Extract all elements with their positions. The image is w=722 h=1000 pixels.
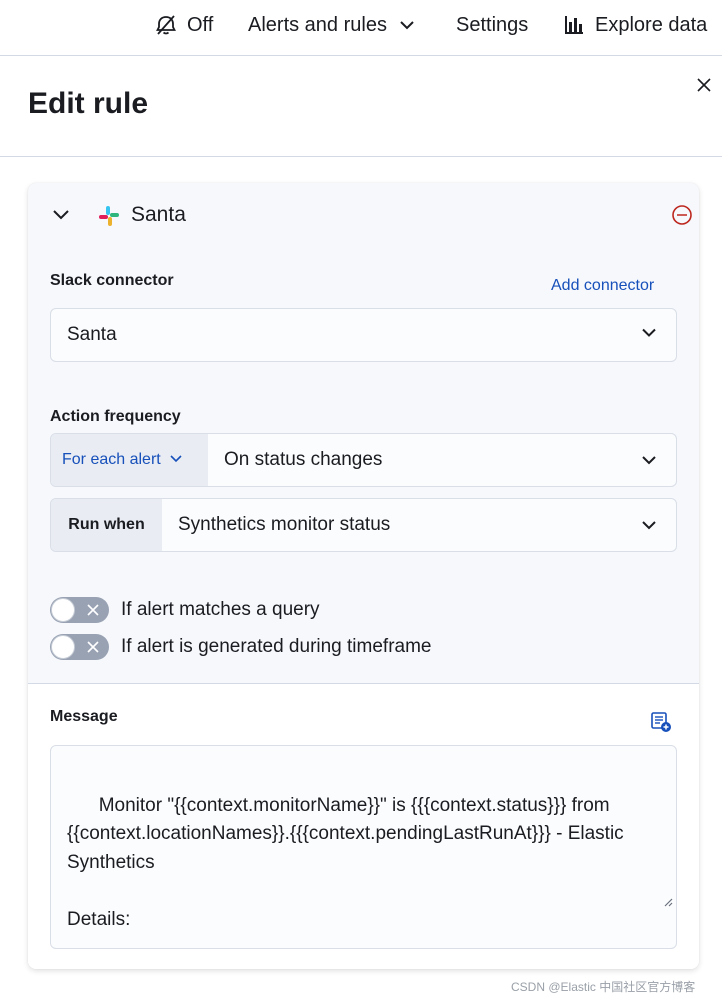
chevron-down-icon: [50, 210, 72, 229]
nav-settings-link[interactable]: Settings: [456, 0, 528, 50]
connector-select[interactable]: Santa: [50, 308, 677, 362]
action-name: Santa: [131, 203, 186, 226]
query-switch-row[interactable]: If alert matches a query: [50, 597, 320, 623]
nav-explore-data-link[interactable]: Explore data: [563, 0, 707, 50]
run-when-label: Run when: [51, 499, 162, 551]
add-connector-link[interactable]: Add connector: [551, 277, 654, 295]
collapse-action-button[interactable]: [50, 203, 72, 225]
add-variable-icon: [650, 712, 672, 737]
nav-alerts-label: Alerts and rules: [248, 13, 387, 36]
bar-chart-icon: [563, 14, 585, 36]
timeframe-switch-label: If alert is generated during timeframe: [121, 636, 432, 657]
timeframe-switch[interactable]: [50, 634, 109, 660]
nav-alerts-and-rules-menu[interactable]: Alerts and rules: [248, 0, 417, 50]
page-title: Edit rule: [28, 87, 149, 120]
minus-in-circle-icon: [671, 205, 693, 230]
remove-action-button[interactable]: [671, 204, 693, 226]
chevron-down-icon: [640, 451, 658, 474]
query-switch[interactable]: [50, 597, 109, 623]
switch-knob: [51, 598, 75, 622]
connector-value: Santa: [67, 324, 117, 345]
watermark: CSDN @Elastic 中国社区官方博客: [511, 980, 696, 994]
message-text: Monitor "{{context.monitorName}}" is {{{…: [67, 794, 624, 930]
slack-icon: [98, 205, 120, 227]
close-icon: [696, 77, 712, 98]
nav-off-label: Off: [187, 13, 214, 36]
chevron-down-icon: [397, 15, 417, 35]
query-switch-label: If alert matches a query: [121, 599, 320, 620]
chevron-down-icon: [169, 451, 183, 470]
run-when-group: Run when Synthetics monitor status: [50, 498, 677, 552]
add-variable-button[interactable]: [650, 711, 672, 733]
connector-label: Slack connector: [50, 272, 174, 289]
frequency-value: On status changes: [224, 449, 383, 470]
action-card-header: Santa: [28, 183, 699, 247]
run-when-value: Synthetics monitor status: [178, 514, 391, 535]
close-icon: [86, 603, 100, 622]
frequency-label: Action frequency: [50, 408, 181, 425]
run-when-select[interactable]: Synthetics monitor status: [162, 499, 676, 551]
close-button[interactable]: [692, 75, 716, 99]
resize-handle-icon[interactable]: [621, 860, 673, 946]
timeframe-switch-row[interactable]: If alert is generated during timeframe: [50, 634, 432, 660]
nav-settings-label: Settings: [456, 13, 529, 36]
chevron-down-icon: [640, 324, 658, 347]
chevron-down-icon: [640, 516, 658, 539]
bell-slash-icon: [155, 14, 177, 36]
message-label: Message: [50, 708, 118, 725]
nav-alerts-off-button[interactable]: Off: [155, 0, 213, 50]
flyout-header: Edit rule: [0, 57, 722, 157]
frequency-mode-button[interactable]: For each alert: [51, 434, 208, 486]
action-card: Santa Slack connector Add connector Sant…: [28, 183, 699, 969]
message-textarea[interactable]: Monitor "{{context.monitorName}}" is {{{…: [50, 745, 677, 949]
top-nav: Off Alerts and rules Settings Explore da…: [0, 0, 722, 56]
frequency-group: For each alert On status changes: [50, 433, 677, 487]
switch-knob: [51, 635, 75, 659]
nav-explore-label: Explore data: [595, 13, 708, 36]
frequency-mode-label: For each alert: [62, 451, 161, 468]
message-section: Message Monitor "{{context.monitorName}}…: [28, 684, 699, 969]
close-icon: [86, 640, 100, 659]
frequency-select[interactable]: On status changes: [208, 434, 676, 486]
